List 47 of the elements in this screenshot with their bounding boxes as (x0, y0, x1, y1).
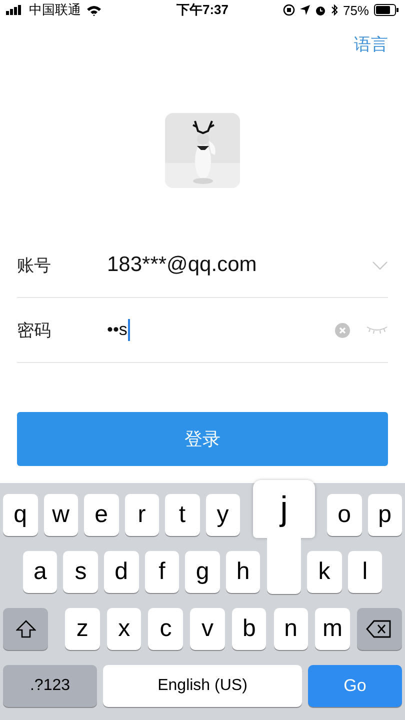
battery-icon (374, 4, 399, 16)
numbers-key[interactable]: .?123 (3, 665, 97, 707)
keyboard-key[interactable]: x (106, 608, 142, 650)
eye-closed-icon[interactable] (366, 326, 388, 334)
field-label: 账号 (17, 254, 52, 276)
keyboard-key[interactable]: t (165, 494, 200, 536)
keyboard-key[interactable]: y (206, 494, 240, 536)
keyboard-key[interactable]: r (124, 494, 159, 536)
keyboard-key[interactable]: q (3, 494, 38, 536)
keyboard-key[interactable]: c (148, 608, 184, 650)
keyboard-key[interactable]: d (104, 551, 139, 593)
keyboard-key[interactable]: s (63, 551, 98, 593)
keyboard-key[interactable]: g (185, 551, 220, 593)
alarm-icon (314, 4, 326, 16)
keyboard-key[interactable]: l (348, 551, 382, 593)
backspace-icon (366, 620, 392, 638)
keyboard-key[interactable]: n (274, 608, 308, 650)
keyboard-key[interactable]: e (84, 494, 118, 536)
keyboard-key[interactable]: v (190, 608, 225, 650)
shift-key[interactable] (3, 608, 48, 650)
key-popup: j (253, 480, 315, 594)
bluetooth-icon (330, 4, 338, 16)
keyboard-key[interactable]: o (327, 494, 362, 536)
chevron-down-icon[interactable] (372, 260, 388, 270)
keyboard-key[interactable]: z (65, 608, 100, 650)
battery-percent: 75% (342, 2, 369, 18)
keyboard-key[interactable]: k (306, 551, 342, 593)
input-field[interactable]: 183***@qq.com (107, 253, 362, 277)
keyboard-key[interactable]: h (226, 551, 260, 593)
keyboard-key[interactable]: a (22, 551, 58, 593)
delete-key[interactable] (356, 608, 402, 650)
keyboard-key[interactable]: p (368, 494, 402, 536)
signal-icon (6, 5, 24, 15)
space-key[interactable]: English (US) (103, 665, 302, 707)
shift-icon (16, 620, 36, 638)
location-icon (300, 5, 310, 15)
keyboard-key[interactable]: f (144, 551, 180, 593)
keyboard-key[interactable]: m (315, 608, 350, 650)
input-field[interactable]: ••s (107, 319, 325, 341)
wifi-icon (86, 4, 102, 16)
clear-icon[interactable] (335, 322, 350, 338)
keyboard-key[interactable]: w (44, 494, 78, 536)
field-label: 密码 (17, 320, 52, 342)
carrier-name: 中国联通 (29, 1, 81, 19)
keyboard-key[interactable]: b (232, 608, 266, 650)
clock-time: 下午7:37 (176, 1, 229, 19)
orientation-lock-icon (282, 4, 295, 16)
